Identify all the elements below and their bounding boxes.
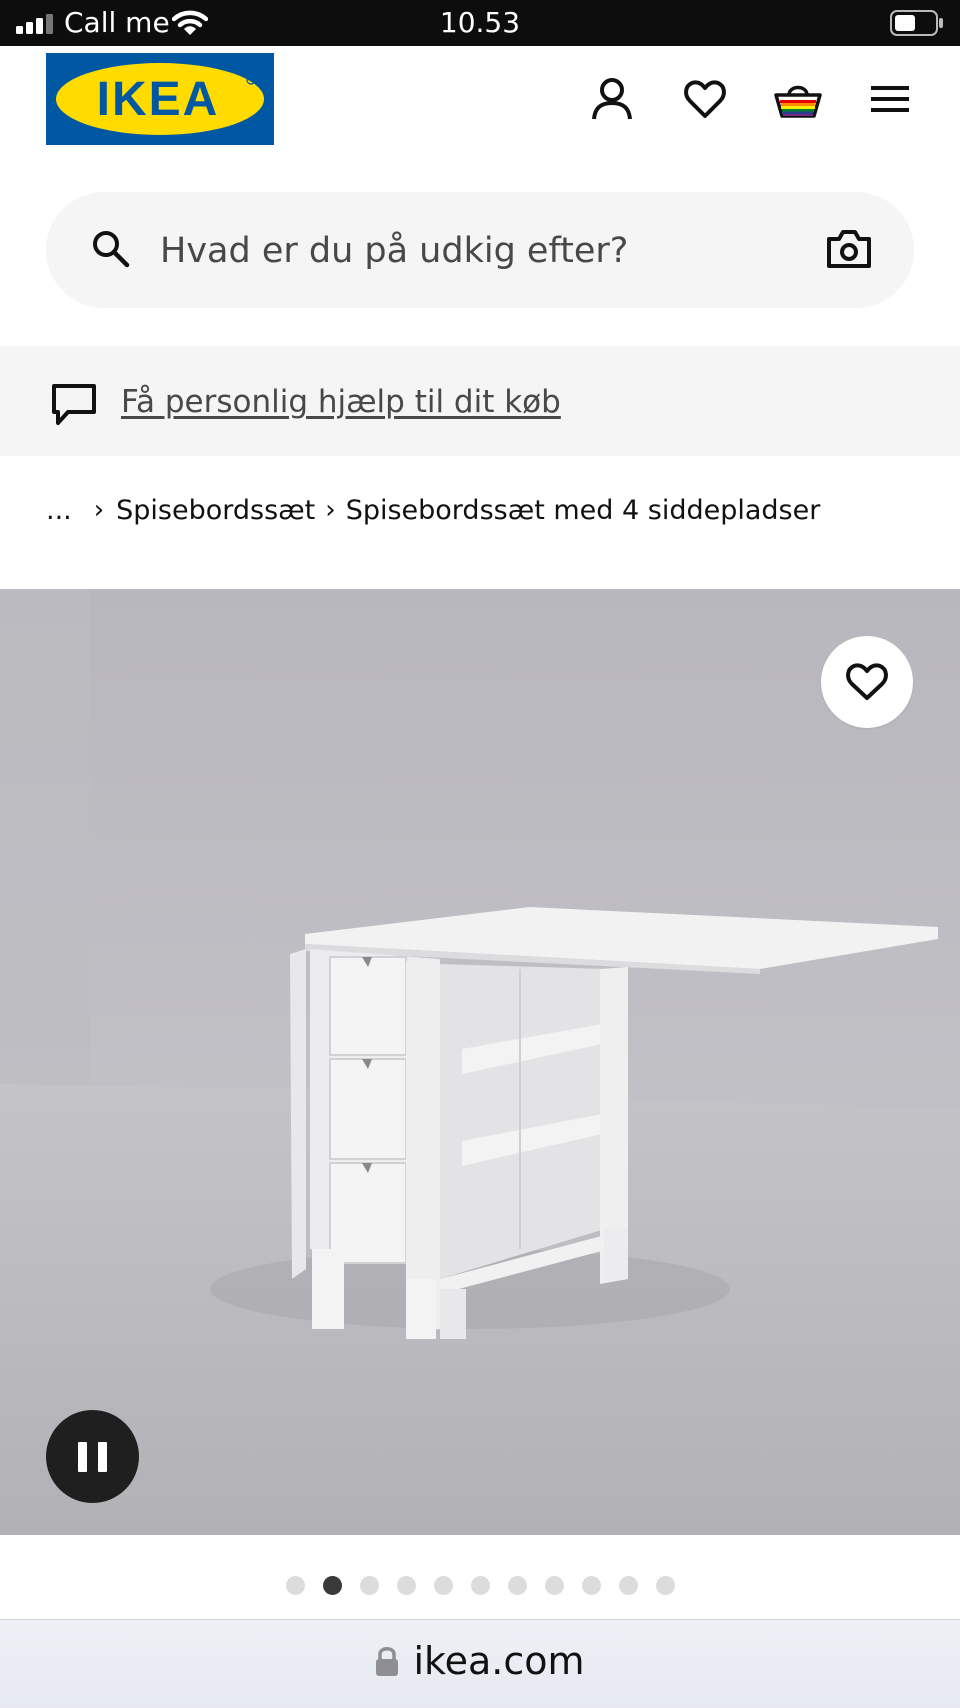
gallery-dot[interactable]: [470, 1576, 490, 1595]
battery-icon: [890, 10, 943, 36]
help-banner[interactable]: Få personlig hjælp til dit køb: [0, 346, 960, 456]
pause-slideshow-button[interactable]: [46, 1410, 139, 1503]
search-bar[interactable]: [46, 192, 914, 308]
gallery-pagination: [0, 1576, 960, 1596]
lock-icon: [376, 1647, 399, 1676]
chevron-right-icon: ›: [325, 495, 336, 525]
search-input[interactable]: [158, 220, 742, 282]
browser-url-bar[interactable]: ikea.com: [0, 1619, 960, 1708]
heart-icon[interactable]: [682, 76, 728, 122]
logo-text: IKEA: [97, 73, 220, 126]
chevron-right-icon: ›: [93, 495, 105, 525]
account-icon[interactable]: [589, 76, 635, 122]
pause-icon: [78, 1442, 87, 1472]
gallery-dot[interactable]: [618, 1576, 638, 1595]
heart-icon: [846, 663, 888, 700]
gallery-dot[interactable]: [285, 1576, 305, 1595]
personal-help-link[interactable]: Få personlig hjælp til dit køb: [121, 376, 561, 428]
camera-icon[interactable]: [826, 228, 872, 270]
gallery-dot[interactable]: [322, 1576, 342, 1595]
gallery-dot[interactable]: [544, 1576, 564, 1595]
breadcrumb-item-current[interactable]: Spisebordssæt med 4 siddepladser: [346, 495, 821, 526]
gallery-dot[interactable]: [433, 1576, 453, 1595]
gallery-dot[interactable]: [507, 1576, 527, 1595]
clock: 10.53: [439, 6, 521, 39]
status-bar: Call me 10.53: [0, 0, 960, 46]
gallery-dot[interactable]: [359, 1576, 379, 1595]
menu-icon[interactable]: [867, 76, 913, 122]
add-to-favourites-button[interactable]: [821, 636, 913, 728]
gallery-dot[interactable]: [396, 1576, 416, 1595]
pause-icon: [98, 1442, 107, 1472]
breadcrumb: ... › Spisebordssæt › Spisebordssæt med …: [46, 486, 820, 534]
breadcrumb-item-dining-sets[interactable]: Spisebordssæt: [116, 495, 315, 526]
search-icon: [93, 231, 130, 268]
chat-bubble-icon: [52, 384, 96, 425]
url-domain: ikea.com: [413, 1639, 585, 1683]
gallery-dot[interactable]: [581, 1576, 601, 1595]
product-image[interactable]: [0, 589, 960, 1535]
ikea-logo[interactable]: IKEA: [46, 53, 274, 145]
basket-icon[interactable]: [773, 76, 823, 122]
product-photo: [0, 589, 960, 1535]
breadcrumb-ellipsis[interactable]: ...: [46, 495, 72, 526]
gallery-dot[interactable]: [655, 1576, 675, 1595]
